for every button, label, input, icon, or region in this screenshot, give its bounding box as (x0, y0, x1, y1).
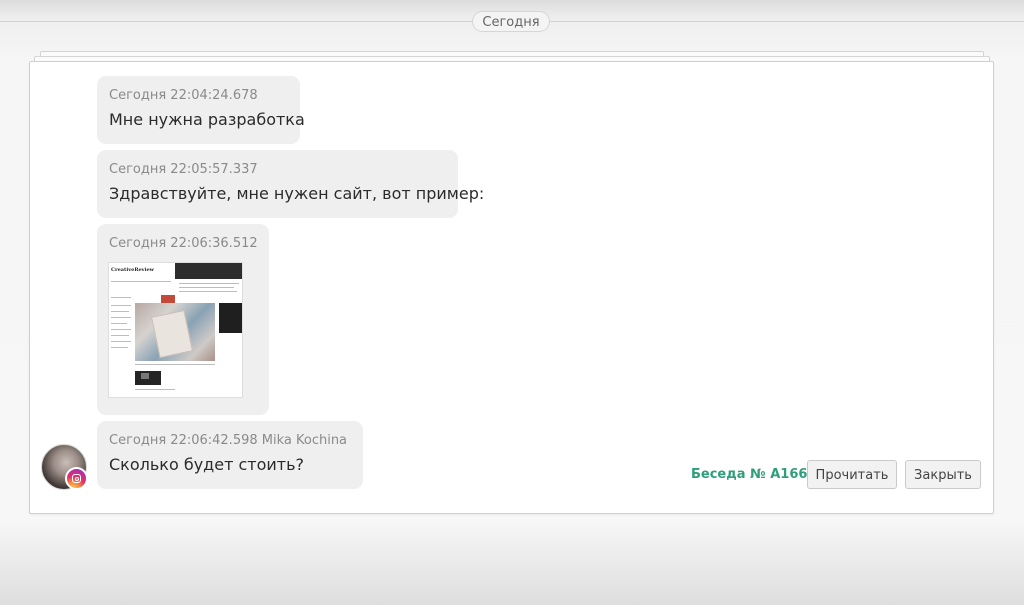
thumbnail-dark-bar (175, 263, 242, 279)
thumbnail-line (135, 389, 175, 390)
message-timestamp: Сегодня 22:04:24.678 (109, 88, 258, 103)
message-bubble: Сегодня 22:06:42.598 Mika Kochina Скольк… (97, 421, 363, 489)
message-timestamp: Сегодня 22:05:57.337 (109, 162, 258, 177)
close-button[interactable]: Закрыть (905, 460, 981, 489)
message-bubble: Сегодня 22:04:24.678 Мне нужна разработк… (97, 76, 305, 144)
thumbnail-line (111, 281, 171, 282)
message-text: Здравствуйте, мне нужен сайт, вот пример… (109, 184, 485, 203)
thumbnail-line (111, 335, 129, 336)
message-timestamp: Сегодня 22:06:42.598 Mika Kochina (109, 433, 348, 448)
message-bubble-image: Сегодня 22:06:36.512 CreativeReview (97, 224, 269, 415)
thumbnail-line (111, 297, 131, 298)
thumbnail-line (179, 283, 239, 284)
thumbnail-line (111, 311, 129, 312)
thumbnail-photo (135, 303, 215, 361)
thumbnail-line (111, 329, 131, 330)
thumbnail-line (111, 323, 127, 324)
thumbnail-line (111, 341, 131, 342)
thumbnail-line (111, 317, 131, 318)
message-timestamp: Сегодня 22:06:36.512 (109, 236, 258, 251)
message-text: Мне нужна разработка (109, 110, 305, 129)
instagram-icon-lens (74, 476, 79, 481)
thumbnail-line (179, 287, 234, 288)
image-attachment-thumbnail[interactable]: CreativeReview (108, 262, 243, 398)
message-bubble: Сегодня 22:05:57.337 Здравствуйте, мне н… (97, 150, 485, 218)
date-divider-label: Сегодня (472, 11, 550, 32)
thumbnail-logo: CreativeReview (111, 267, 154, 273)
thumbnail-dark-block (219, 303, 242, 333)
thumbnail-line (179, 291, 237, 292)
conversation-number: Беседа № A166 (691, 467, 808, 482)
thumbnail-dark-inner (141, 373, 149, 379)
message-text: Сколько будет стоить? (109, 455, 305, 474)
thumbnail-line (111, 347, 128, 348)
thumbnail-line (135, 364, 215, 365)
thumbnail-photo-magazine (151, 309, 193, 359)
read-button[interactable]: Прочитать (807, 460, 897, 489)
thumbnail-line (111, 305, 131, 306)
thumbnail-accent (161, 295, 175, 303)
instagram-icon (65, 467, 88, 490)
